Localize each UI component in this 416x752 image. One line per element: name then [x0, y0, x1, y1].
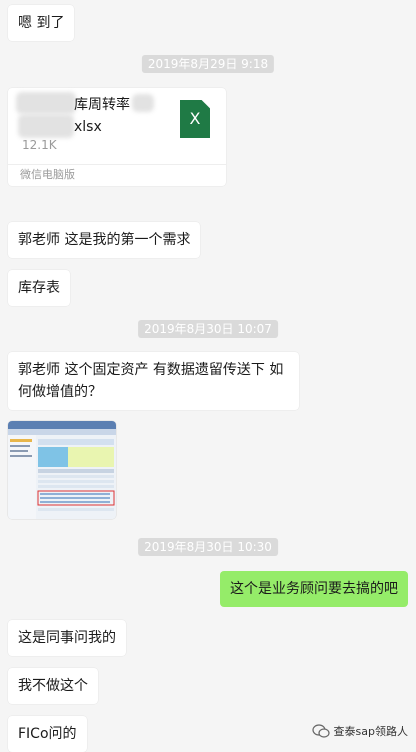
message-text: 嗯 到了 [18, 15, 65, 31]
file-size: 12.1K [22, 138, 57, 152]
file-name-line2: xlsx [74, 119, 102, 135]
watermark: 查泰sap领路人 [311, 723, 408, 739]
message-text-line: 郭老师 这个固定资产 有数据遗留传送下 如 [18, 362, 284, 378]
message-text: 库存表 [18, 280, 60, 296]
timestamp: 2019年8月29日 9:18 [141, 55, 275, 73]
message-bubble[interactable]: 我不做这个 [8, 668, 98, 704]
message-text-line: 何做增值的？ [18, 384, 102, 400]
sap-screenshot-thumbnail [8, 421, 116, 519]
file-name: 库周转率 xlsx [22, 94, 162, 138]
image-message[interactable] [8, 421, 116, 519]
timestamp: 2019年8月30日 10:30 [138, 538, 278, 556]
excel-file-icon: X [180, 100, 210, 138]
message-text: 我不做这个 [18, 678, 88, 694]
message-bubble[interactable]: 库存表 [8, 270, 70, 306]
file-message[interactable]: 库周转率 xlsx X 12.1K 微信电脑版 [8, 88, 226, 186]
message-bubble-self[interactable]: 这个是业务顾问要去搞的吧 [220, 571, 408, 607]
file-source: 微信电脑版 [8, 164, 226, 185]
message-text: 这个是业务顾问要去搞的吧 [230, 581, 398, 597]
message-bubble[interactable]: 这是同事问我的 [8, 620, 126, 656]
watermark-text: 查泰sap领路人 [333, 725, 408, 738]
message-bubble[interactable]: 郭老师 这是我的第一个需求 [8, 222, 201, 258]
message-text: 郭老师 这是我的第一个需求 [18, 232, 191, 248]
message-text: FICo问的 [18, 726, 77, 742]
message-bubble[interactable]: 郭老师 这个固定资产 有数据遗留传送下 如 何做增值的？ [8, 352, 299, 410]
wechat-official-icon [311, 724, 330, 738]
message-bubble[interactable]: 嗯 到了 [8, 5, 75, 41]
file-name-line1: 库周转率 [74, 97, 130, 113]
message-bubble[interactable]: FICo问的 [8, 716, 87, 752]
timestamp: 2019年8月30日 10:07 [138, 320, 278, 338]
message-text: 这是同事问我的 [18, 630, 116, 646]
